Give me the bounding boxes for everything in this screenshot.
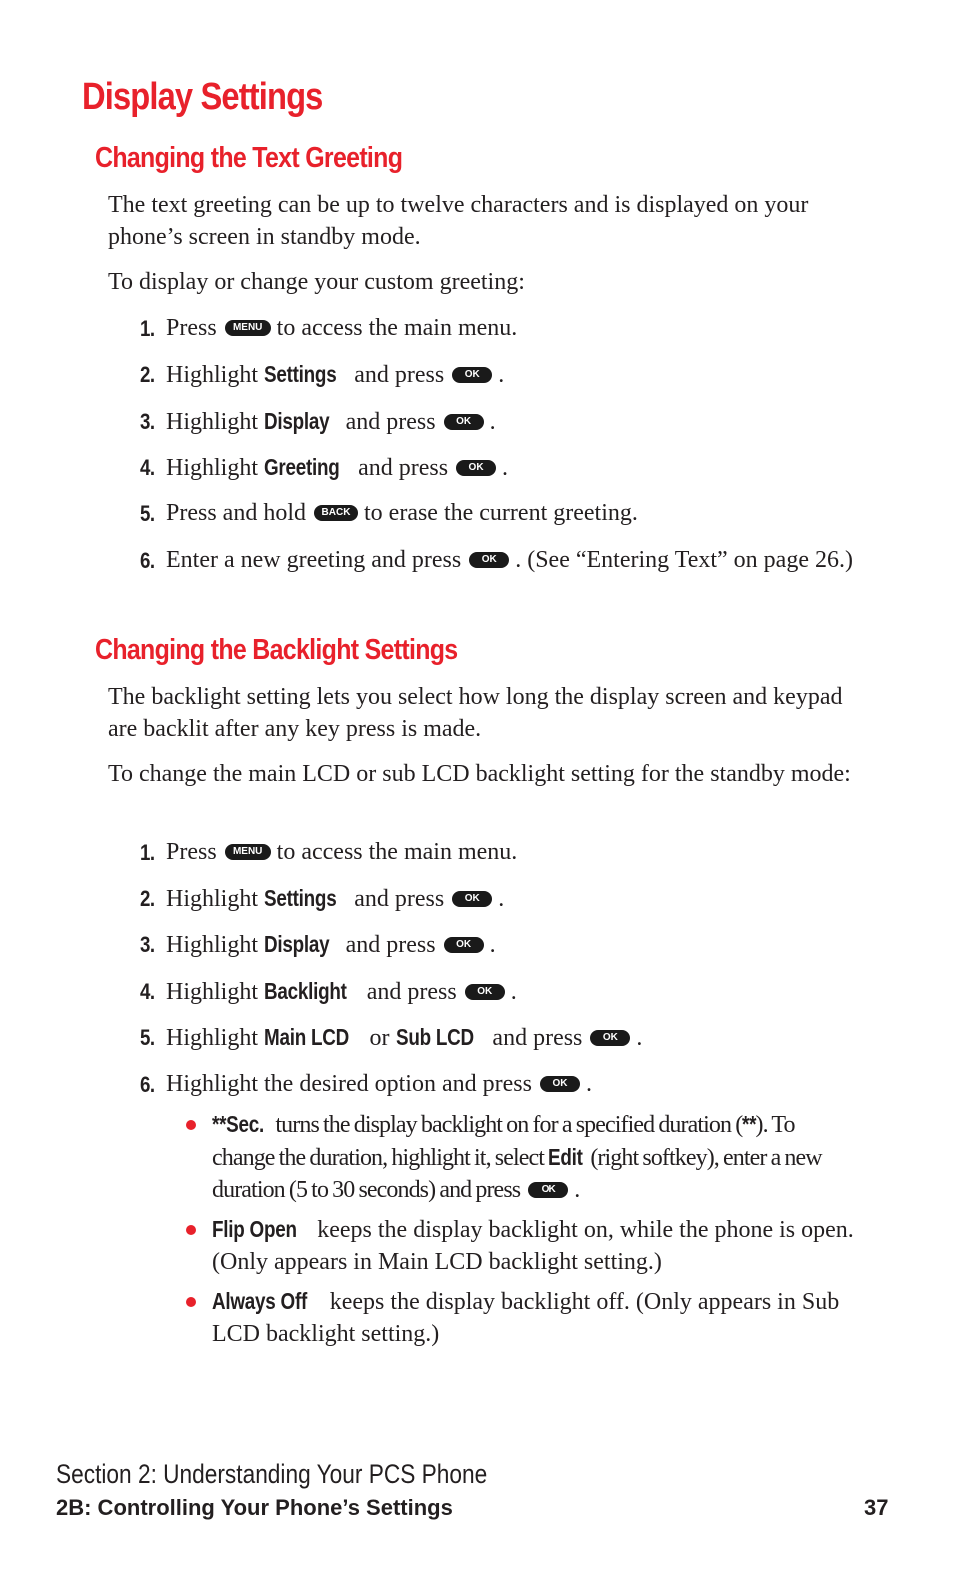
step-5: 5. Press and hold BACK to erase the curren… — [140, 500, 638, 526]
bullet-icon — [186, 1120, 196, 1130]
step-1: 1. Press MENU to access the main menu. — [140, 315, 518, 341]
keyword: Sub LCD — [395, 1024, 474, 1050]
step-2: 2. Highlight Settings and press OK. — [140, 358, 860, 392]
keyword: Settings — [264, 361, 337, 387]
keyword: **Sec. — [212, 1111, 265, 1137]
bullet-icon — [186, 1297, 196, 1307]
ok-key-icon: OK — [590, 1030, 631, 1046]
instruction-paragraph: To change the main LCD or sub LCD backli… — [108, 761, 851, 787]
step-4: 4. Highlight Greeting and press OK. — [140, 451, 860, 485]
keyword: Edit — [548, 1144, 583, 1170]
bullet-icon — [186, 1225, 196, 1235]
ok-key-icon: OK — [452, 367, 493, 383]
back-key-icon: BACK — [314, 505, 358, 521]
keyword: Display — [264, 408, 330, 434]
ok-key-icon: OK — [456, 460, 497, 476]
section-title-text-greeting: Changing the Text Greeting — [95, 142, 403, 174]
step-6: 6. Enter a new greeting and press OK. (Se… — [140, 547, 853, 573]
intro-paragraph: The text greeting can be up to twelve ch… — [108, 192, 809, 250]
ok-key-icon: OK — [539, 1076, 580, 1092]
page-number: 37 — [864, 1495, 889, 1520]
step-3: 3. Highlight Display and press OK. — [140, 405, 860, 439]
keyword: Backlight — [264, 978, 347, 1004]
instruction-paragraph: To display or change your custom greetin… — [108, 269, 525, 295]
keyword: Always Off — [212, 1288, 308, 1314]
keyword: Greeting — [264, 454, 340, 480]
ok-key-icon: OK — [464, 984, 505, 1000]
menu-key-icon: MENU — [224, 320, 271, 336]
step-5: 5. Highlight Main LCD or Sub LCD and pre… — [140, 1021, 860, 1055]
ok-key-icon: OK — [452, 891, 493, 907]
keyword: Settings — [264, 885, 337, 911]
page-title: Display Settings — [82, 76, 323, 118]
step-3: 3. Highlight Display and press OK. — [140, 928, 860, 962]
ok-key-icon: OK — [469, 552, 510, 568]
footer-chapter-title: 2B: Controlling Your Phone’s Settings — [56, 1495, 453, 1520]
step-4: 4. Highlight Backlight and press OK. — [140, 975, 860, 1009]
keyword: Display — [264, 931, 330, 957]
intro-paragraph: The backlight setting lets you select ho… — [108, 684, 843, 742]
ok-key-icon: OK — [443, 937, 484, 953]
footer-section-title: Section 2: Understanding Your PCS Phone — [56, 1459, 488, 1489]
menu-key-icon: MENU — [224, 844, 271, 860]
keyword: Flip Open — [212, 1216, 297, 1242]
keyword: Main LCD — [264, 1024, 350, 1050]
ok-key-icon: OK — [528, 1182, 569, 1198]
step-1: 1. Press MENU to access the main menu. — [140, 839, 518, 865]
ok-key-icon: OK — [443, 414, 484, 430]
section-title-backlight: Changing the Backlight Settings — [95, 634, 458, 666]
step-2: 2. Highlight Settings and press OK. — [140, 882, 860, 916]
step-6: 6. Highlight the desired option and pres… — [140, 1071, 592, 1097]
